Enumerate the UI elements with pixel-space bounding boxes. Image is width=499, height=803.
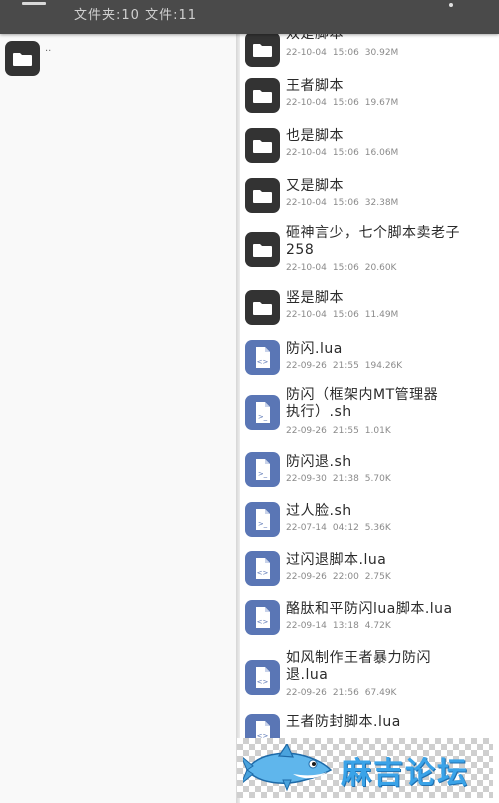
svg-text:<>: <> [257,569,269,577]
list-item[interactable]: <> 过闪退脚本.lua 22-09-26 22:00 2.75K [240,550,499,600]
item-meta: 22-09-30 21:38 5.70K [286,474,391,484]
item-meta: 22-09-26 21:55 1.01K [286,426,391,436]
folder-count: 文件夹:10 [74,8,140,23]
item-meta: 22-10-04 15:06 19.67M [286,98,399,108]
folder-icon [245,178,280,213]
item-name: 防闪（框架内MT管理器执行）.sh [286,387,439,420]
item-name: 过闪退脚本.lua [286,552,387,568]
folder-icon [5,41,40,76]
svg-text:>_: >_ [258,470,268,478]
item-name: 又是脚本 [286,178,344,194]
item-name: 砸神言少，七个脚本卖老子258 [286,225,460,258]
item-meta: 22-10-04 15:06 30.92M [286,48,399,58]
list-item[interactable]: <> 如风制作王者暴力防闪退.lua 22-09-26 21:56 67.49K [240,648,499,708]
item-meta: 22-09-26 21:55 194.26K [286,361,403,371]
item-name: 王者脚本 [286,78,344,94]
code-file-icon: <> [245,660,280,695]
item-counts: 文件夹:10 文件:11 [74,4,197,23]
item-name: 酪肽和平防闪lua脚本.lua [286,601,453,617]
list-item[interactable]: 竖是脚本 22-10-04 15:06 11.49M [240,288,499,338]
folder-icon [245,32,280,67]
list-item[interactable]: <> 防闪.lua 22-09-26 21:55 194.26K [240,338,499,388]
item-name: 竖是脚本 [286,290,344,306]
item-meta: 22-10-04 15:06 20.60K [286,263,397,273]
folder-icon [245,232,280,267]
item-meta: 22-10-04 15:06 16.06M [286,148,399,158]
item-meta: 22-10-04 15:06 11.49M [286,310,399,320]
svg-text:<>: <> [257,618,269,626]
svg-text:>_: >_ [258,413,268,421]
item-name: 防闪退.sh [286,454,352,470]
shell-file-icon: >_ [245,502,280,537]
top-app-bar: 文件夹:10 文件:11 [0,0,499,34]
watermark-text: 麻吉论坛 [341,756,469,791]
code-file-icon: <> [245,600,280,635]
forum-watermark: 麻吉论坛 [237,738,493,798]
folder-icon [245,78,280,113]
list-item[interactable]: 也是脚本 22-10-04 15:06 16.06M [240,125,499,175]
list-item[interactable]: >_ 过人脸.sh 22-07-14 04:12 5.36K [240,502,499,552]
list-item[interactable]: 王者脚本 22-10-04 15:06 19.67M [240,75,499,125]
list-item[interactable]: 又是脚本 22-10-04 15:06 32.38M [240,175,499,225]
svg-text:<>: <> [257,358,269,366]
code-file-icon: <> [245,551,280,586]
overflow-menu-icon[interactable] [449,3,453,7]
folder-icon [245,128,280,163]
item-name: 如风制作王者暴力防闪退.lua [286,650,431,683]
list-item[interactable]: >_ 防闪（框架内MT管理器执行）.sh 22-09-26 21:55 1.01K [240,385,499,445]
list-item[interactable]: <> 酪肽和平防闪lua脚本.lua 22-09-14 13:18 4.72K [240,600,499,650]
item-name: 王者防封脚本.lua [286,714,401,730]
item-name: 也是脚本 [286,128,344,144]
item-name: 防闪.lua [286,341,343,357]
file-count: 文件:11 [145,8,198,23]
hamburger-menu-icon[interactable] [22,2,46,6]
item-meta: 22-09-26 22:00 2.75K [286,572,391,582]
list-item[interactable]: >_ 防闪退.sh 22-09-30 21:38 5.70K [240,452,499,502]
code-file-icon: <> [245,340,280,375]
parent-directory-label: .. [45,43,52,54]
parent-directory-item[interactable]: .. [5,41,225,81]
svg-text:<>: <> [257,678,269,686]
shell-file-icon: >_ [245,452,280,487]
item-meta: 22-07-14 04:12 5.36K [286,523,391,533]
list-item[interactable]: 砸神言少，七个脚本卖老子258 22-10-04 15:06 20.60K [240,223,499,283]
left-pane: .. [0,34,238,803]
item-meta: 22-10-04 15:06 32.38M [286,198,399,208]
file-list: 双是脚本 22-10-04 15:06 30.92M 王者脚本 22-10-04 15… [240,0,499,803]
item-name: 过人脸.sh [286,503,352,519]
shark-mascot-icon [240,742,335,798]
svg-text:>_: >_ [258,520,268,528]
item-meta: 22-09-14 13:18 4.72K [286,621,391,631]
folder-icon [245,290,280,325]
shell-file-icon: >_ [245,395,280,430]
item-meta: 22-09-26 21:56 67.49K [286,688,397,698]
